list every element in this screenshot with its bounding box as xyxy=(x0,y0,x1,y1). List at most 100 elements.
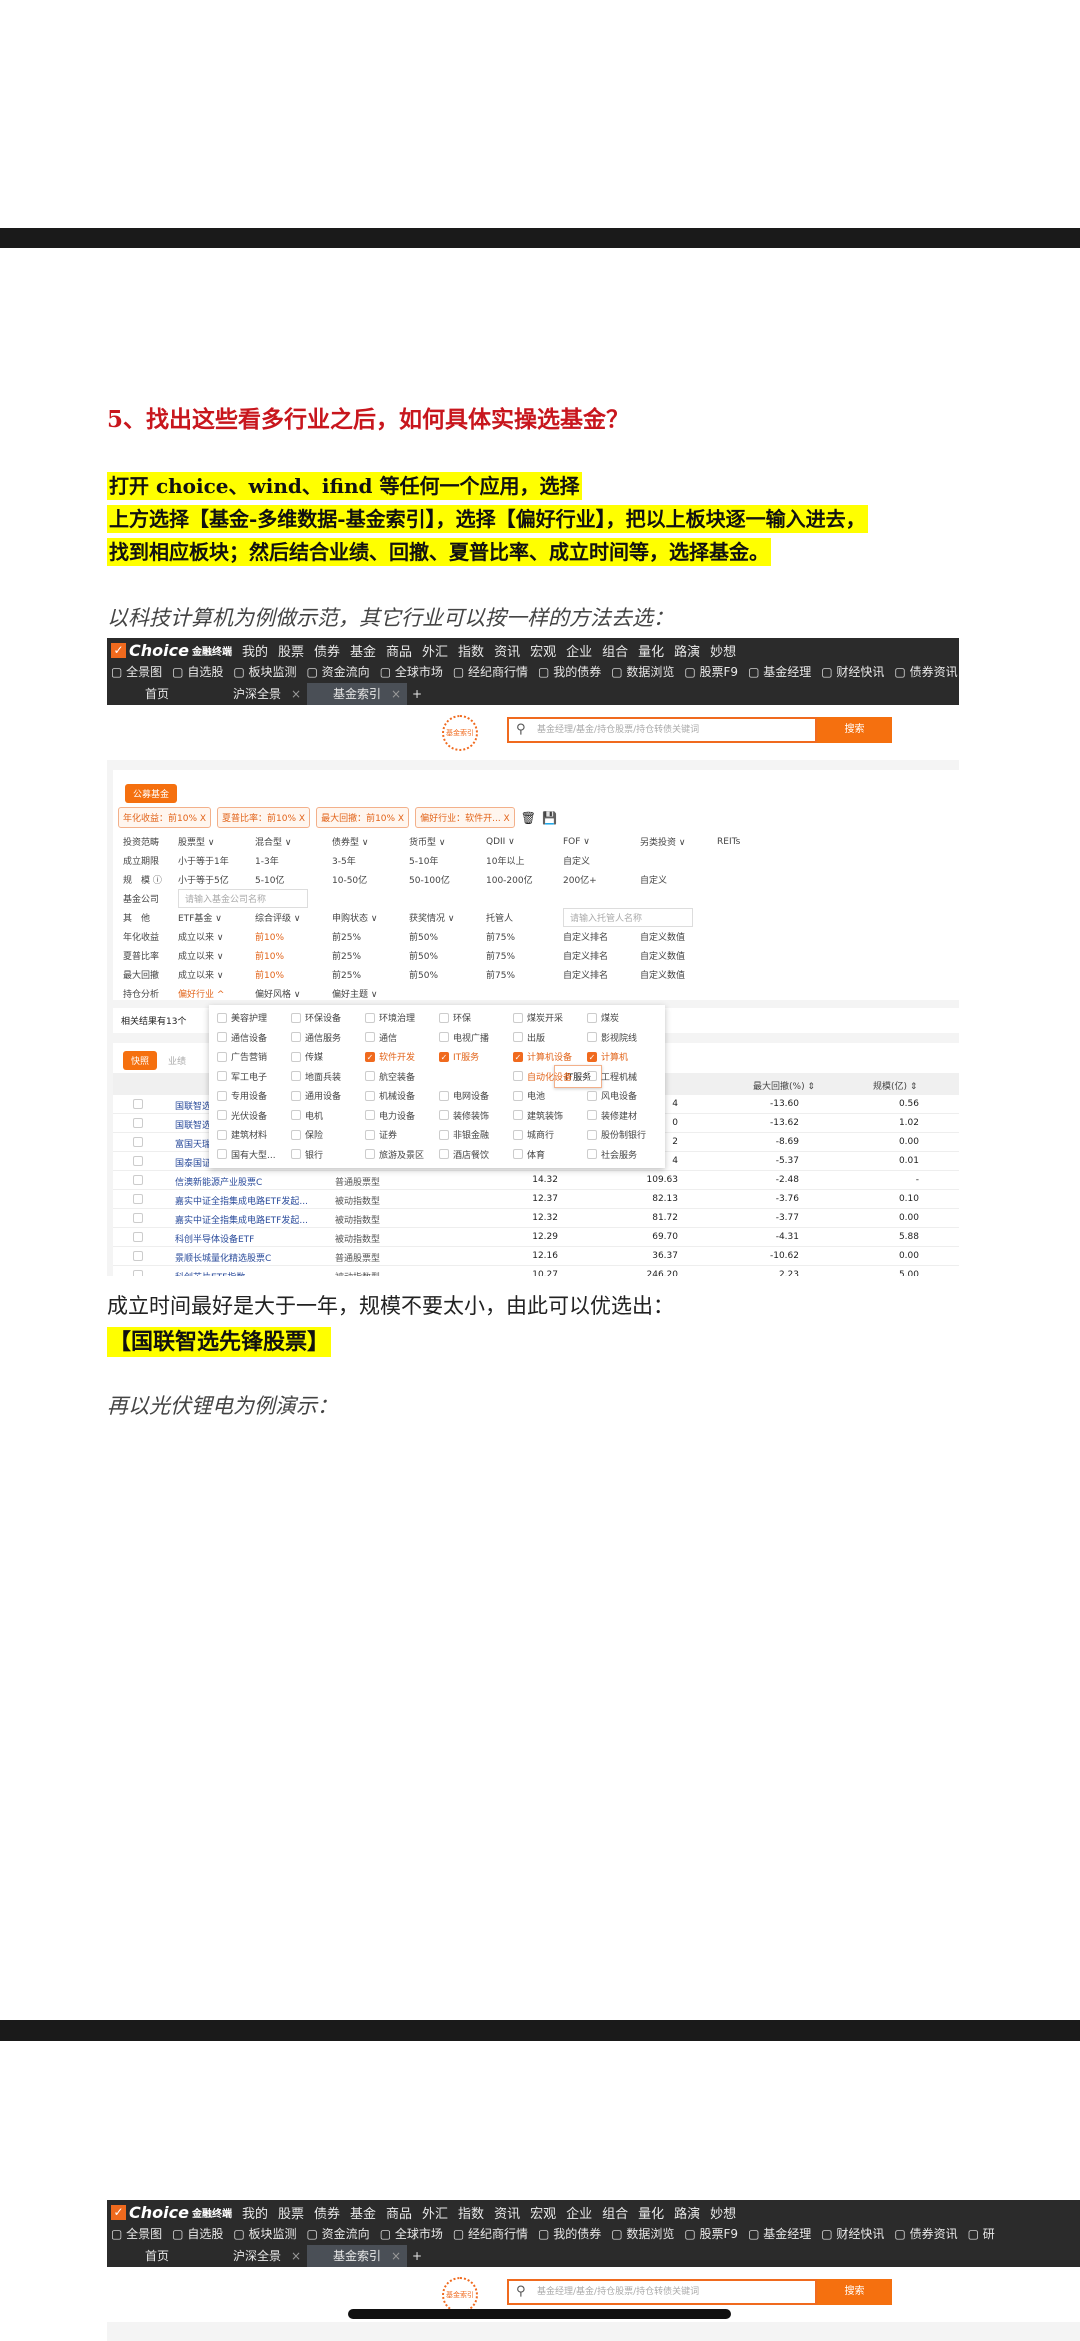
toolbar-item[interactable]: ▢ 板块监测 xyxy=(233,2225,296,2242)
filter-option[interactable]: 前50% xyxy=(409,949,486,962)
industry-option[interactable]: 航空装备 xyxy=(365,1070,415,1083)
menu-item[interactable]: 路演 xyxy=(674,2203,700,2222)
filter-option[interactable]: 50-100亿 xyxy=(409,873,486,886)
filter-option[interactable]: 前75% xyxy=(486,949,563,962)
row-checkbox[interactable] xyxy=(133,1118,143,1128)
filter-option[interactable]: 申购状态 ∨ xyxy=(332,911,409,924)
filter-option[interactable]: 另类投资 ∨ xyxy=(640,835,717,848)
checkbox-icon[interactable] xyxy=(513,1012,523,1023)
filter-option[interactable]: 混合型 ∨ xyxy=(255,835,332,848)
menu-item[interactable]: 宏观 xyxy=(530,641,556,660)
checkbox-checked-icon[interactable]: ✓ xyxy=(513,1051,523,1062)
toolbar-item[interactable]: ▢ 全球市场 xyxy=(380,2225,443,2242)
cell-nm[interactable]: 国联智选 xyxy=(175,1099,211,1112)
cell-nm[interactable]: 国联智选 xyxy=(175,1118,211,1131)
checkbox-icon[interactable] xyxy=(291,1110,301,1120)
menu-item[interactable]: 量化 xyxy=(638,2203,664,2222)
industry-option[interactable]: 银行 xyxy=(291,1148,323,1161)
add-tab-icon[interactable]: + xyxy=(407,683,427,705)
toolbar-item[interactable]: ▢ 股票F9 xyxy=(684,663,738,680)
toolbar-item[interactable]: ▢ 自选股 xyxy=(172,2225,223,2242)
filter-option[interactable]: 10年以上 xyxy=(486,854,563,867)
industry-option[interactable]: 国有大型... xyxy=(217,1148,276,1161)
tab-fund-index[interactable]: 基金索引 × xyxy=(307,2245,407,2267)
filter-option[interactable]: 偏好主题 ∨ xyxy=(332,987,409,1000)
menu-item[interactable]: 股票 xyxy=(278,641,304,660)
filter-option[interactable]: 前50% xyxy=(409,930,486,943)
industry-option[interactable]: 环保 xyxy=(439,1011,471,1024)
toolbar-item[interactable]: ▢ 债券资讯 xyxy=(894,2225,957,2242)
tab-performance[interactable]: 业绩 xyxy=(168,1054,186,1067)
industry-option[interactable]: 广告营销 xyxy=(217,1050,267,1063)
industry-option[interactable]: 专用设备 xyxy=(217,1089,267,1102)
filter-option[interactable]: 前25% xyxy=(332,968,409,981)
menu-item[interactable]: 企业 xyxy=(566,641,592,660)
checkbox-icon[interactable] xyxy=(513,1090,523,1101)
industry-option[interactable]: 传媒 xyxy=(291,1050,323,1063)
table-row[interactable]: 景顺长城量化精选股票C 普通股票型 12.16 36.37 -10.62 0.00 xyxy=(113,1247,959,1266)
menu-item[interactable]: 外汇 xyxy=(422,2203,448,2222)
table-row[interactable]: 嘉实中证全指集成电路ETF发起... 被动指数型 12.37 82.13 -3.76 0.… xyxy=(113,1190,959,1209)
industry-option[interactable]: 通信设备 xyxy=(217,1031,267,1044)
checkbox-icon[interactable] xyxy=(365,1071,375,1081)
cell-nm[interactable]: 景顺长城量化精选股票C xyxy=(175,1251,271,1264)
industry-option[interactable]: 电网设备 xyxy=(439,1089,489,1102)
cell-nm[interactable]: 科创芯片ETF指数 xyxy=(175,1270,245,1276)
checkbox-icon[interactable] xyxy=(365,1012,375,1023)
industry-option[interactable]: 股份制银行 xyxy=(587,1128,646,1141)
checkbox-icon[interactable] xyxy=(217,1071,227,1081)
checkbox-icon[interactable] xyxy=(587,1071,597,1081)
toolbar-item[interactable]: ▢ 债券资讯 xyxy=(894,663,957,680)
industry-option[interactable]: ✓ 软件开发 xyxy=(365,1050,415,1063)
filter-option[interactable]: 自定义数值 xyxy=(640,930,717,943)
search-input[interactable]: ⚲ 基金经理/基金/持仓股票/持仓转债关键词 xyxy=(507,2279,817,2305)
trash-icon[interactable]: 🗑 xyxy=(521,811,536,825)
close-icon[interactable]: × xyxy=(291,2245,301,2267)
cell-nm[interactable]: 富国天瑞 xyxy=(175,1137,211,1150)
checkbox-icon[interactable] xyxy=(217,1090,227,1101)
toolbar-item[interactable]: ▢ 数据浏览 xyxy=(611,2225,674,2242)
checkbox-icon[interactable] xyxy=(439,1110,449,1120)
checkbox-icon[interactable] xyxy=(291,1071,301,1081)
industry-option[interactable]: 影视院线 xyxy=(587,1031,637,1044)
industry-option[interactable]: 建筑装饰 xyxy=(513,1109,563,1122)
menu-item[interactable]: 债券 xyxy=(314,641,340,660)
add-tab-icon[interactable]: + xyxy=(407,2245,427,2267)
checkbox-icon[interactable] xyxy=(365,1032,375,1042)
menu-item[interactable]: 指数 xyxy=(458,2203,484,2222)
industry-option[interactable]: 电力设备 xyxy=(365,1109,415,1122)
filter-option[interactable]: 200亿+ xyxy=(563,873,640,886)
checkbox-icon[interactable] xyxy=(439,1090,449,1101)
industry-option[interactable]: 电视广播 xyxy=(439,1031,489,1044)
filter-option[interactable]: 5-10亿 xyxy=(255,873,332,886)
toolbar-item[interactable]: ▢ 经纪商行情 xyxy=(453,2225,528,2242)
row-checkbox[interactable] xyxy=(133,1232,143,1242)
filter-option[interactable]: 自定义排名 xyxy=(563,949,640,962)
filter-option[interactable]: 货币型 ∨ xyxy=(409,835,486,848)
toolbar-item[interactable]: ▢ 经纪商行情 xyxy=(453,663,528,680)
filter-option[interactable]: REITs xyxy=(717,837,794,847)
filter-option[interactable]: 前50% xyxy=(409,968,486,981)
checkbox-icon[interactable] xyxy=(217,1051,227,1062)
industry-option[interactable]: 环保设备 xyxy=(291,1011,341,1024)
close-icon[interactable]: × xyxy=(391,2245,401,2267)
menu-item[interactable]: 我的 xyxy=(242,2203,268,2222)
toolbar-item[interactable]: ▢ 全景图 xyxy=(111,2225,162,2242)
row-checkbox[interactable] xyxy=(133,1194,143,1204)
filter-option[interactable]: 前75% xyxy=(486,968,563,981)
toolbar-item[interactable]: ▢ 我的债券 xyxy=(538,663,601,680)
row-checkbox[interactable] xyxy=(133,1156,143,1166)
menu-item[interactable]: 我的 xyxy=(242,641,268,660)
tab-home[interactable]: 首页 xyxy=(107,2245,207,2267)
menu-item[interactable]: 商品 xyxy=(386,641,412,660)
filter-tag[interactable]: 偏好行业：软件开... X xyxy=(415,807,515,828)
table-row[interactable]: 嘉实中证全指集成电路ETF发起... 被动指数型 12.32 81.72 -3.77 0.… xyxy=(113,1209,959,1228)
industry-option[interactable]: 光伏设备 xyxy=(217,1109,267,1122)
industry-option[interactable]: 装修建材 xyxy=(587,1109,637,1122)
cell-nm[interactable]: 信澳新能源产业股票C xyxy=(175,1175,262,1188)
filter-option[interactable]: 小于等于1年 xyxy=(178,854,255,867)
menu-item[interactable]: 债券 xyxy=(314,2203,340,2222)
checkbox-icon[interactable] xyxy=(439,1032,449,1042)
table-row[interactable]: 科创芯片ETF指数 被动指数型 10.27 246.20 2.23 5.00 xyxy=(113,1266,959,1276)
industry-option[interactable]: 环境治理 xyxy=(365,1011,415,1024)
